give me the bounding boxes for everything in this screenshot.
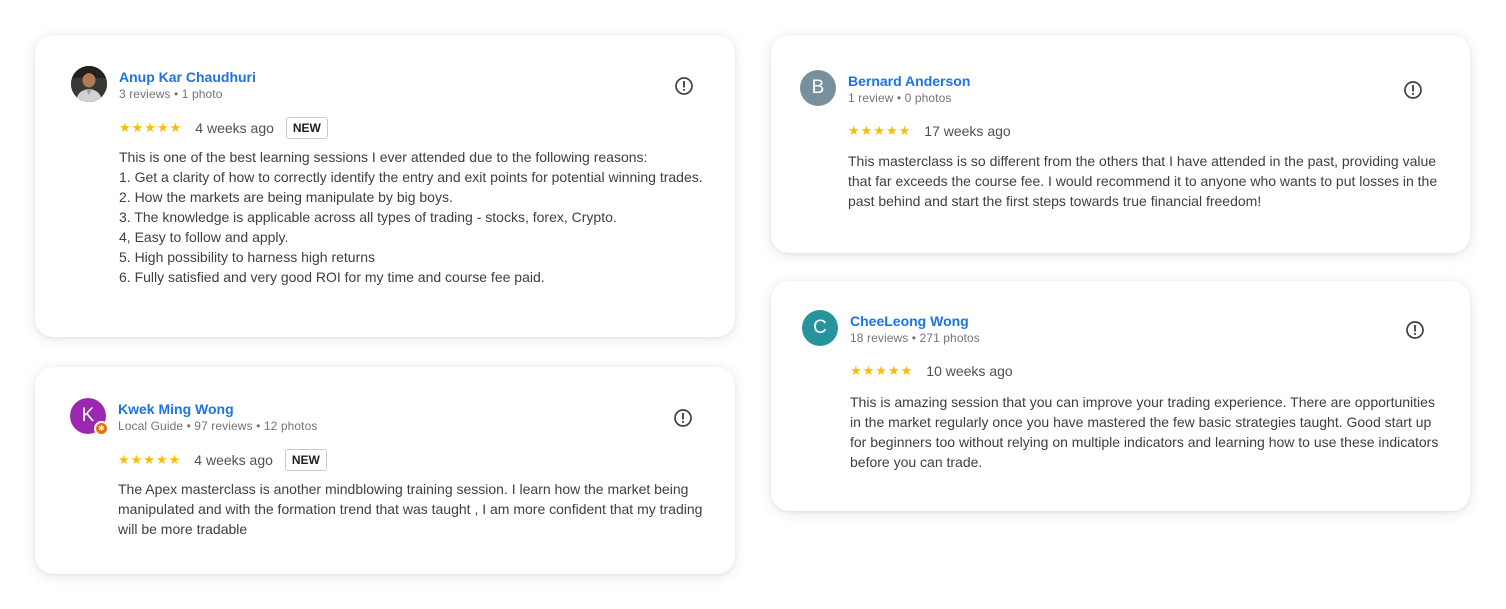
rating-row: ★★★★★ 17 weeks ago bbox=[848, 119, 1011, 143]
local-guide-badge-icon: ✱ bbox=[94, 421, 109, 436]
review-time: 4 weeks ago bbox=[194, 452, 273, 468]
new-badge: NEW bbox=[285, 117, 328, 139]
review-card: C CheeLeong Wong 18 reviews • 271 photos… bbox=[771, 281, 1470, 511]
review-card: B Bernard Anderson 1 review • 0 photos ★… bbox=[771, 35, 1470, 253]
review-time: 10 weeks ago bbox=[926, 363, 1013, 379]
report-icon[interactable] bbox=[1403, 80, 1423, 100]
user-photo-icon bbox=[71, 66, 107, 102]
review-time: 17 weeks ago bbox=[924, 123, 1011, 139]
report-icon[interactable] bbox=[1405, 320, 1425, 340]
author-name[interactable]: CheeLeong Wong bbox=[850, 313, 969, 329]
report-icon[interactable] bbox=[673, 408, 693, 428]
star-rating: ★★★★★ bbox=[118, 452, 182, 467]
avatar-letter: C bbox=[813, 317, 827, 338]
star-rating: ★★★★★ bbox=[848, 123, 912, 138]
new-badge: NEW bbox=[284, 449, 327, 471]
author-name[interactable]: Anup Kar Chaudhuri bbox=[119, 69, 256, 85]
author-meta: Local Guide • 97 reviews • 12 photos bbox=[118, 419, 318, 433]
author-name[interactable]: Bernard Anderson bbox=[848, 73, 970, 89]
rating-row: ★★★★★ 4 weeks ago NEW bbox=[118, 448, 327, 472]
author-meta: 1 review • 0 photos bbox=[848, 91, 952, 105]
author-name[interactable]: Kwek Ming Wong bbox=[118, 401, 234, 417]
star-rating: ★★★★★ bbox=[850, 363, 914, 378]
review-card: K ✱ Kwek Ming Wong Local Guide • 97 revi… bbox=[35, 367, 735, 574]
rating-row: ★★★★★ 4 weeks ago NEW bbox=[119, 116, 328, 140]
author-meta: 3 reviews • 1 photo bbox=[119, 87, 223, 101]
author-avatar[interactable]: C bbox=[802, 310, 838, 346]
author-avatar[interactable]: K ✱ bbox=[70, 398, 109, 436]
report-icon[interactable] bbox=[674, 76, 694, 96]
rating-row: ★★★★★ 10 weeks ago bbox=[850, 359, 1013, 383]
author-avatar[interactable]: B bbox=[800, 70, 836, 106]
review-text: The Apex masterclass is another mindblow… bbox=[118, 481, 707, 537]
review-time: 4 weeks ago bbox=[195, 120, 274, 136]
star-rating: ★★★★★ bbox=[119, 120, 183, 135]
review-text: This masterclass is so different from th… bbox=[848, 153, 1441, 209]
author-meta: 18 reviews • 271 photos bbox=[850, 331, 980, 345]
review-text: This is one of the best learning session… bbox=[119, 149, 703, 285]
avatar-letter: K bbox=[81, 405, 95, 426]
review-card: Anup Kar Chaudhuri 3 reviews • 1 photo ★… bbox=[35, 35, 735, 337]
author-avatar[interactable] bbox=[71, 66, 107, 102]
avatar-letter: B bbox=[811, 77, 825, 98]
review-text: This is amazing session that you can imp… bbox=[850, 394, 1443, 470]
